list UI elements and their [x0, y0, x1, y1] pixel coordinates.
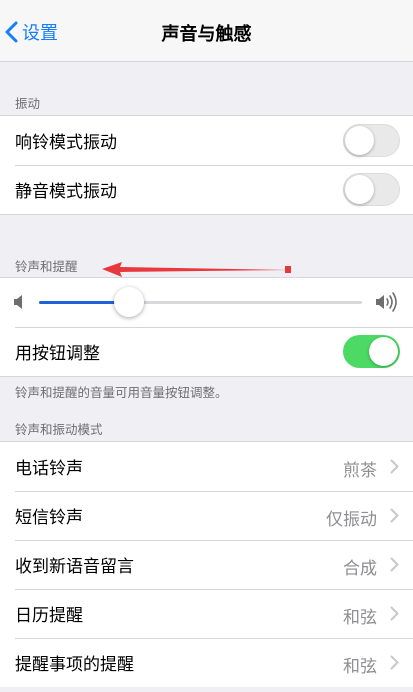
text-tone-row[interactable]: 短信铃声 仅振动 — [0, 491, 413, 540]
patterns-group: 电话铃声 煎茶 短信铃声 仅振动 收到新语音留言 合成 日历提醒 和弦 提醒事项… — [0, 441, 413, 687]
chevron-right-icon — [390, 606, 399, 621]
silent-vibrate-toggle[interactable] — [343, 173, 400, 206]
vibration-group: 响铃模式振动 静音模式振动 — [0, 115, 413, 215]
new-voicemail-row[interactable]: 收到新语音留言 合成 — [0, 540, 413, 589]
change-with-buttons-toggle[interactable] — [343, 335, 400, 368]
calendar-alerts-row[interactable]: 日历提醒 和弦 — [0, 589, 413, 638]
new-voicemail-value: 合成 — [343, 559, 377, 579]
toggle-knob — [345, 126, 374, 155]
text-tone-value: 仅振动 — [326, 510, 377, 530]
reminder-alerts-row[interactable]: 提醒事项的提醒 和弦 — [0, 638, 413, 687]
speaker-low-icon — [14, 295, 22, 309]
calendar-alerts-value: 和弦 — [343, 608, 377, 628]
ringer-group: 用按钮调整 — [0, 277, 413, 377]
section-header-patterns: 铃声和振动模式 — [15, 422, 103, 437]
ringer-footnote: 铃声和提醒的音量可用音量按钮调整。 — [15, 385, 228, 400]
chevron-right-icon — [390, 508, 399, 523]
section-header-vibration: 振动 — [15, 96, 41, 111]
page-title: 声音与触感 — [161, 24, 252, 45]
ringtone-row[interactable]: 电话铃声 煎茶 — [0, 442, 413, 491]
chevron-right-icon — [390, 655, 399, 670]
change-with-buttons-row: 用按钮调整 — [0, 327, 413, 376]
navigation-bar: 设置 声音与触感 — [0, 0, 413, 62]
chevron-right-icon — [390, 459, 399, 474]
volume-slider[interactable] — [39, 301, 362, 304]
volume-slider-row — [0, 278, 413, 327]
ring-vibrate-row: 响铃模式振动 — [0, 116, 413, 165]
toggle-knob — [369, 337, 398, 366]
speaker-high-icon — [376, 292, 397, 312]
ringtone-value: 煎茶 — [343, 461, 377, 481]
chevron-right-icon — [390, 557, 399, 572]
annotation-arrow-icon — [102, 262, 291, 277]
silent-vibrate-row: 静音模式振动 — [0, 165, 413, 214]
section-header-ringer: 铃声和提醒 — [15, 259, 78, 274]
ring-vibrate-toggle[interactable] — [343, 124, 400, 157]
reminder-alerts-value: 和弦 — [343, 657, 377, 677]
toggle-knob — [345, 175, 374, 204]
volume-slider-thumb[interactable] — [114, 287, 145, 317]
